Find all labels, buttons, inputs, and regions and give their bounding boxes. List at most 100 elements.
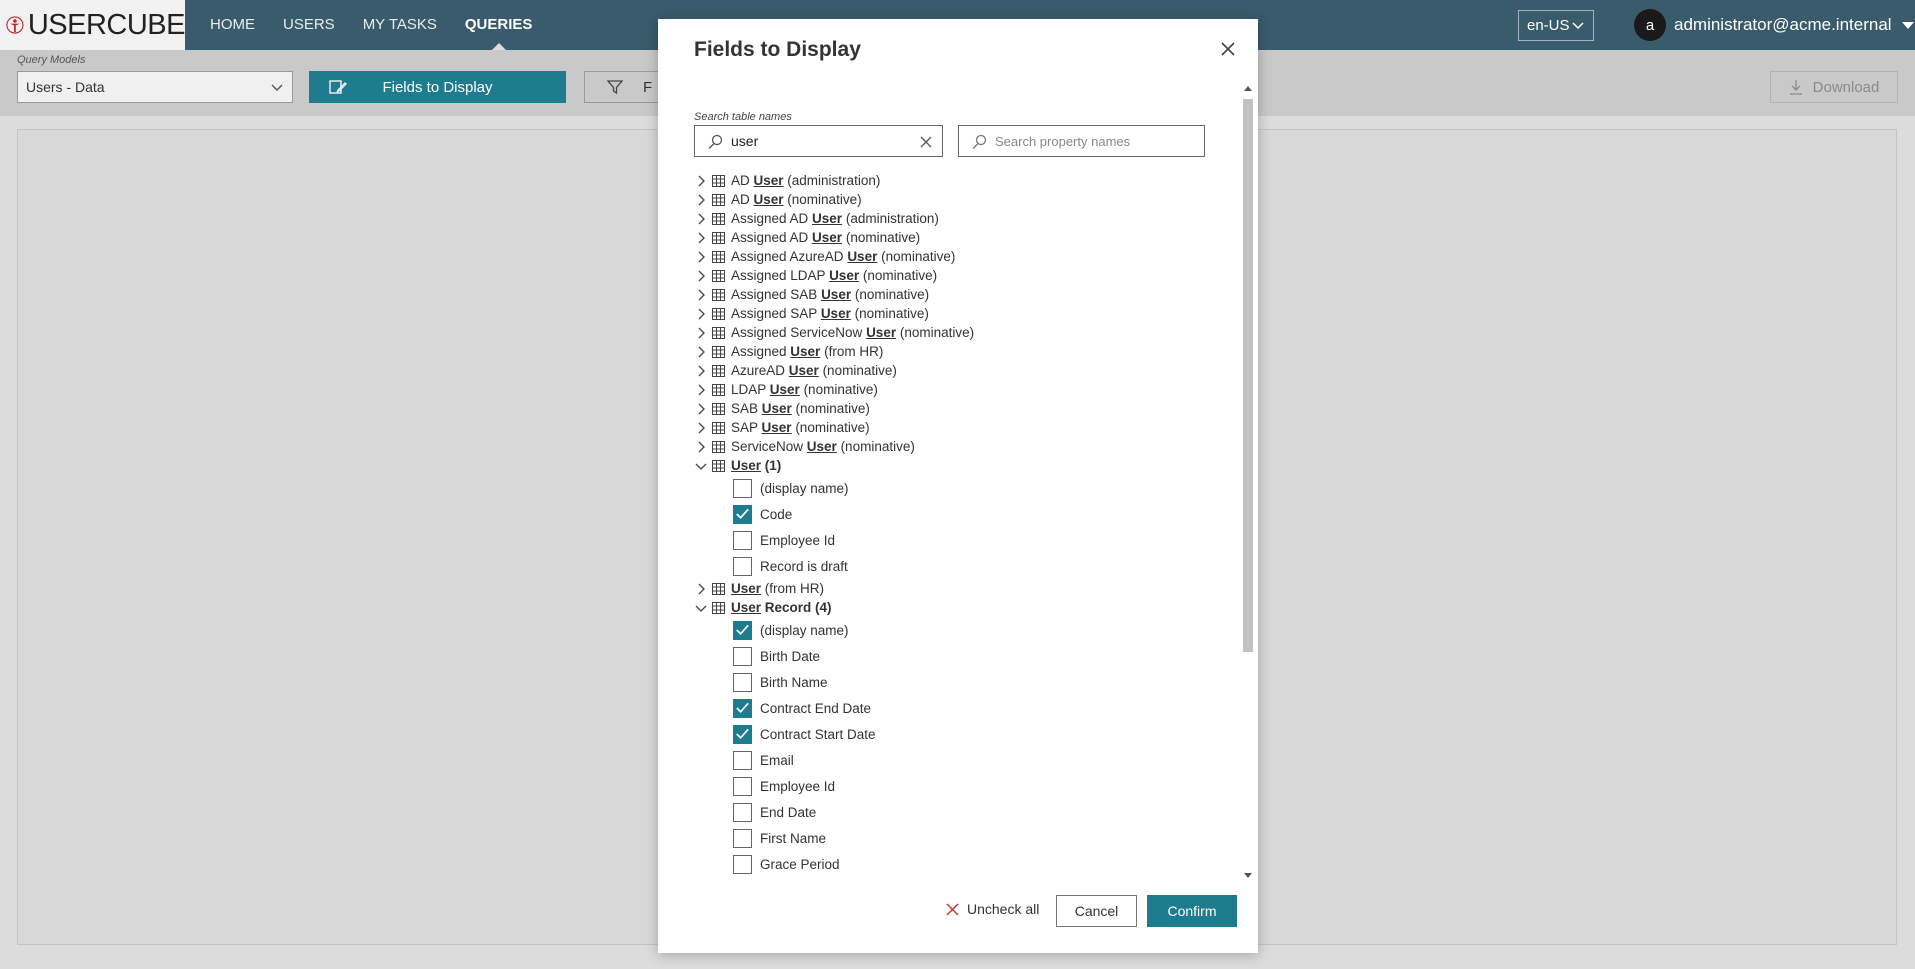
app-logo[interactable]: USERCUBE bbox=[0, 0, 186, 50]
expand-toggle-expanded[interactable] bbox=[694, 459, 708, 473]
close-icon[interactable] bbox=[1220, 41, 1236, 57]
expand-toggle[interactable] bbox=[694, 326, 708, 340]
field-item[interactable]: First Name bbox=[694, 825, 1234, 851]
table-node[interactable]: Assigned LDAP User (nominative) bbox=[694, 266, 1234, 285]
table-node[interactable]: Assigned AD User (nominative) bbox=[694, 228, 1234, 247]
table-name-match: User bbox=[761, 401, 792, 416]
nav-home[interactable]: HOME bbox=[196, 0, 269, 50]
fields-to-display-label: Fields to Display bbox=[382, 78, 493, 96]
expand-toggle[interactable] bbox=[694, 364, 708, 378]
checkbox[interactable] bbox=[733, 854, 752, 874]
expand-toggle[interactable] bbox=[694, 193, 708, 207]
table-node[interactable]: Assigned SAP User (nominative) bbox=[694, 304, 1234, 323]
table-node[interactable]: User (from HR) bbox=[694, 579, 1234, 598]
field-item[interactable]: (display name) bbox=[694, 475, 1234, 501]
confirm-button[interactable]: Confirm bbox=[1147, 895, 1237, 927]
clear-search-icon[interactable] bbox=[920, 136, 932, 148]
field-item[interactable]: Grace Period bbox=[694, 851, 1234, 877]
expand-toggle[interactable] bbox=[694, 212, 708, 226]
checkbox[interactable] bbox=[733, 880, 752, 881]
scroll-up-icon[interactable] bbox=[1244, 85, 1252, 91]
table-node[interactable]: LDAP User (nominative) bbox=[694, 380, 1234, 399]
dialog-body[interactable]: Search table names user Search property … bbox=[658, 81, 1258, 881]
expand-toggle-expanded[interactable] bbox=[694, 601, 708, 615]
table-node[interactable]: AD User (nominative) bbox=[694, 190, 1234, 209]
language-select[interactable]: en-US bbox=[1518, 10, 1594, 41]
table-node[interactable]: Assigned AD User (administration) bbox=[694, 209, 1234, 228]
checkbox[interactable] bbox=[733, 750, 752, 770]
field-item[interactable]: Has Unused Access bbox=[694, 877, 1234, 881]
field-item[interactable]: (display name) bbox=[694, 617, 1234, 643]
search-property-placeholder: Search property names bbox=[995, 133, 1131, 149]
expand-toggle[interactable] bbox=[694, 421, 708, 435]
checkbox[interactable] bbox=[733, 828, 752, 848]
checkbox-checked[interactable] bbox=[733, 620, 752, 640]
user-menu[interactable]: a administrator@acme.internal bbox=[1634, 8, 1914, 42]
expand-toggle[interactable] bbox=[694, 440, 708, 454]
table-node[interactable]: AD User (administration) bbox=[694, 171, 1234, 190]
dialog-scrollbar[interactable] bbox=[1241, 81, 1255, 881]
field-item[interactable]: End Date bbox=[694, 799, 1234, 825]
checkbox[interactable] bbox=[733, 530, 752, 550]
query-model-select[interactable]: Users - Data bbox=[17, 71, 293, 103]
field-item[interactable]: Birth Name bbox=[694, 669, 1234, 695]
expand-toggle[interactable] bbox=[694, 250, 708, 264]
expand-toggle[interactable] bbox=[694, 288, 708, 302]
field-item[interactable]: Code bbox=[694, 501, 1234, 527]
field-item[interactable]: Employee Id bbox=[694, 527, 1234, 553]
expand-toggle[interactable] bbox=[694, 402, 708, 416]
expand-toggle[interactable] bbox=[694, 174, 708, 188]
search-property-input[interactable]: Search property names bbox=[958, 125, 1205, 157]
table-node[interactable]: ServiceNow User (nominative) bbox=[694, 437, 1234, 456]
fields-to-display-button[interactable]: Fields to Display bbox=[309, 71, 566, 103]
table-node[interactable]: Assigned SAB User (nominative) bbox=[694, 285, 1234, 304]
chevron-right-icon bbox=[698, 583, 705, 594]
field-item[interactable]: Contract End Date bbox=[694, 695, 1234, 721]
download-button[interactable]: Download bbox=[1770, 71, 1898, 103]
checkbox[interactable] bbox=[733, 776, 752, 796]
filter-button[interactable]: F bbox=[584, 71, 664, 103]
nav-users[interactable]: USERS bbox=[269, 0, 349, 50]
expand-toggle[interactable] bbox=[694, 231, 708, 245]
expand-toggle[interactable] bbox=[694, 307, 708, 321]
nav-my-tasks[interactable]: MY TASKS bbox=[349, 0, 451, 50]
table-name-suffix: (nominative) bbox=[896, 325, 975, 340]
scroll-down-icon[interactable] bbox=[1244, 873, 1252, 879]
table-node[interactable]: Assigned AzureAD User (nominative) bbox=[694, 247, 1234, 266]
expand-toggle[interactable] bbox=[694, 582, 708, 596]
checkbox[interactable] bbox=[733, 672, 752, 692]
table-node[interactable]: User (1) bbox=[694, 456, 1234, 475]
table-node[interactable]: SAB User (nominative) bbox=[694, 399, 1234, 418]
expand-toggle[interactable] bbox=[694, 269, 708, 283]
table-node[interactable]: SAP User (nominative) bbox=[694, 418, 1234, 437]
checkbox-checked[interactable] bbox=[733, 698, 752, 718]
checkbox[interactable] bbox=[733, 556, 752, 576]
checkbox[interactable] bbox=[733, 802, 752, 822]
field-label: Record is draft bbox=[760, 558, 848, 574]
cancel-button[interactable]: Cancel bbox=[1056, 895, 1137, 927]
checkbox-checked[interactable] bbox=[733, 504, 752, 524]
checkbox[interactable] bbox=[733, 478, 752, 498]
edit-columns-icon bbox=[329, 80, 347, 94]
scrollbar-thumb[interactable] bbox=[1243, 99, 1253, 652]
checkbox-checked[interactable] bbox=[733, 724, 752, 744]
checkbox[interactable] bbox=[733, 646, 752, 666]
expand-toggle[interactable] bbox=[694, 383, 708, 397]
table-node[interactable]: Assigned User (from HR) bbox=[694, 342, 1234, 361]
table-node[interactable]: Assigned ServiceNow User (nominative) bbox=[694, 323, 1234, 342]
table-name-prefix: SAP bbox=[731, 420, 762, 435]
expand-toggle[interactable] bbox=[694, 345, 708, 359]
field-item[interactable]: Record is draft bbox=[694, 553, 1234, 579]
field-item[interactable]: Contract Start Date bbox=[694, 721, 1234, 747]
search-table-input[interactable]: user bbox=[694, 125, 943, 157]
field-item[interactable]: Birth Date bbox=[694, 643, 1234, 669]
uncheck-all-button[interactable]: Uncheck all bbox=[946, 901, 1039, 917]
field-item[interactable]: Email bbox=[694, 747, 1234, 773]
table-name-match: User bbox=[761, 420, 792, 435]
table-node[interactable]: AzureAD User (nominative) bbox=[694, 361, 1234, 380]
table-node[interactable]: User Record (4) bbox=[694, 598, 1234, 617]
field-label: Employee Id bbox=[760, 532, 836, 548]
dialog-title: Fields to Display bbox=[694, 38, 861, 61]
field-item[interactable]: Employee Id bbox=[694, 773, 1234, 799]
nav-queries[interactable]: QUERIES bbox=[451, 0, 547, 50]
